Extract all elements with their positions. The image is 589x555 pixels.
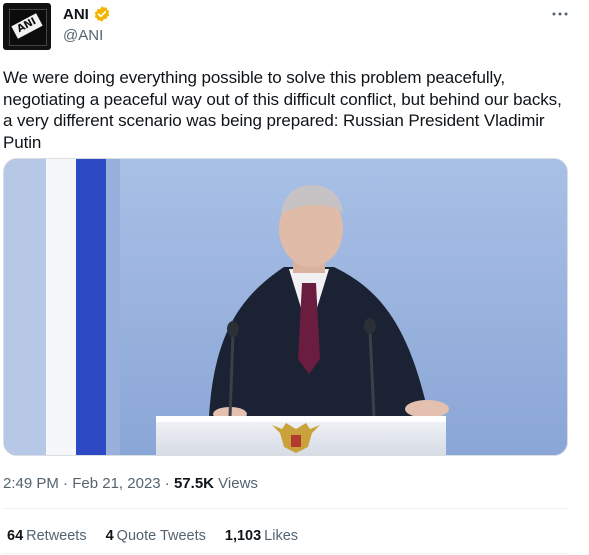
engagement-stats: 64 Retweets 4 Quote Tweets 1,103 Likes [7, 528, 298, 544]
divider-bottom [3, 553, 569, 554]
quotes-label: Quote Tweets [116, 528, 206, 544]
likes-count: 1,103 [224, 528, 262, 544]
quote-tweets-stat[interactable]: 4 Quote Tweets [106, 528, 206, 544]
meta-separator: · [63, 475, 69, 492]
name-row: ANI [63, 4, 111, 24]
retweets-label: Retweets [26, 528, 87, 544]
views-count: 57.5K [173, 475, 214, 492]
meta-separator-2: · [164, 475, 170, 492]
handle[interactable]: @ANI [63, 27, 111, 44]
tweet-text: We were doing everything possible to sol… [3, 68, 562, 152]
views-label: Views [218, 475, 258, 492]
more-options-icon[interactable] [545, 3, 575, 25]
avatar[interactable]: ANI [3, 3, 51, 50]
tweet-time[interactable]: 2:49 PM [3, 475, 59, 492]
retweets-stat[interactable]: 64 Retweets [7, 528, 87, 544]
media-image[interactable] [3, 158, 568, 456]
likes-stat[interactable]: 1,103 Likes [225, 528, 298, 544]
user-block: ANI @ANI [63, 4, 111, 44]
divider-top [3, 508, 569, 509]
tweet-card: ANI ANI @ANI We were doing everything po… [0, 0, 589, 555]
quotes-count: 4 [105, 528, 114, 544]
tweet-date[interactable]: Feb 21, 2023 [72, 475, 160, 492]
verified-icon [93, 5, 111, 23]
tweet-meta: 2:49 PM · Feb 21, 2023 · 57.5K Views [3, 475, 258, 492]
display-name[interactable]: ANI [63, 6, 89, 23]
retweets-count: 64 [7, 528, 24, 544]
speech-photo [4, 159, 567, 455]
likes-label: Likes [264, 528, 299, 544]
